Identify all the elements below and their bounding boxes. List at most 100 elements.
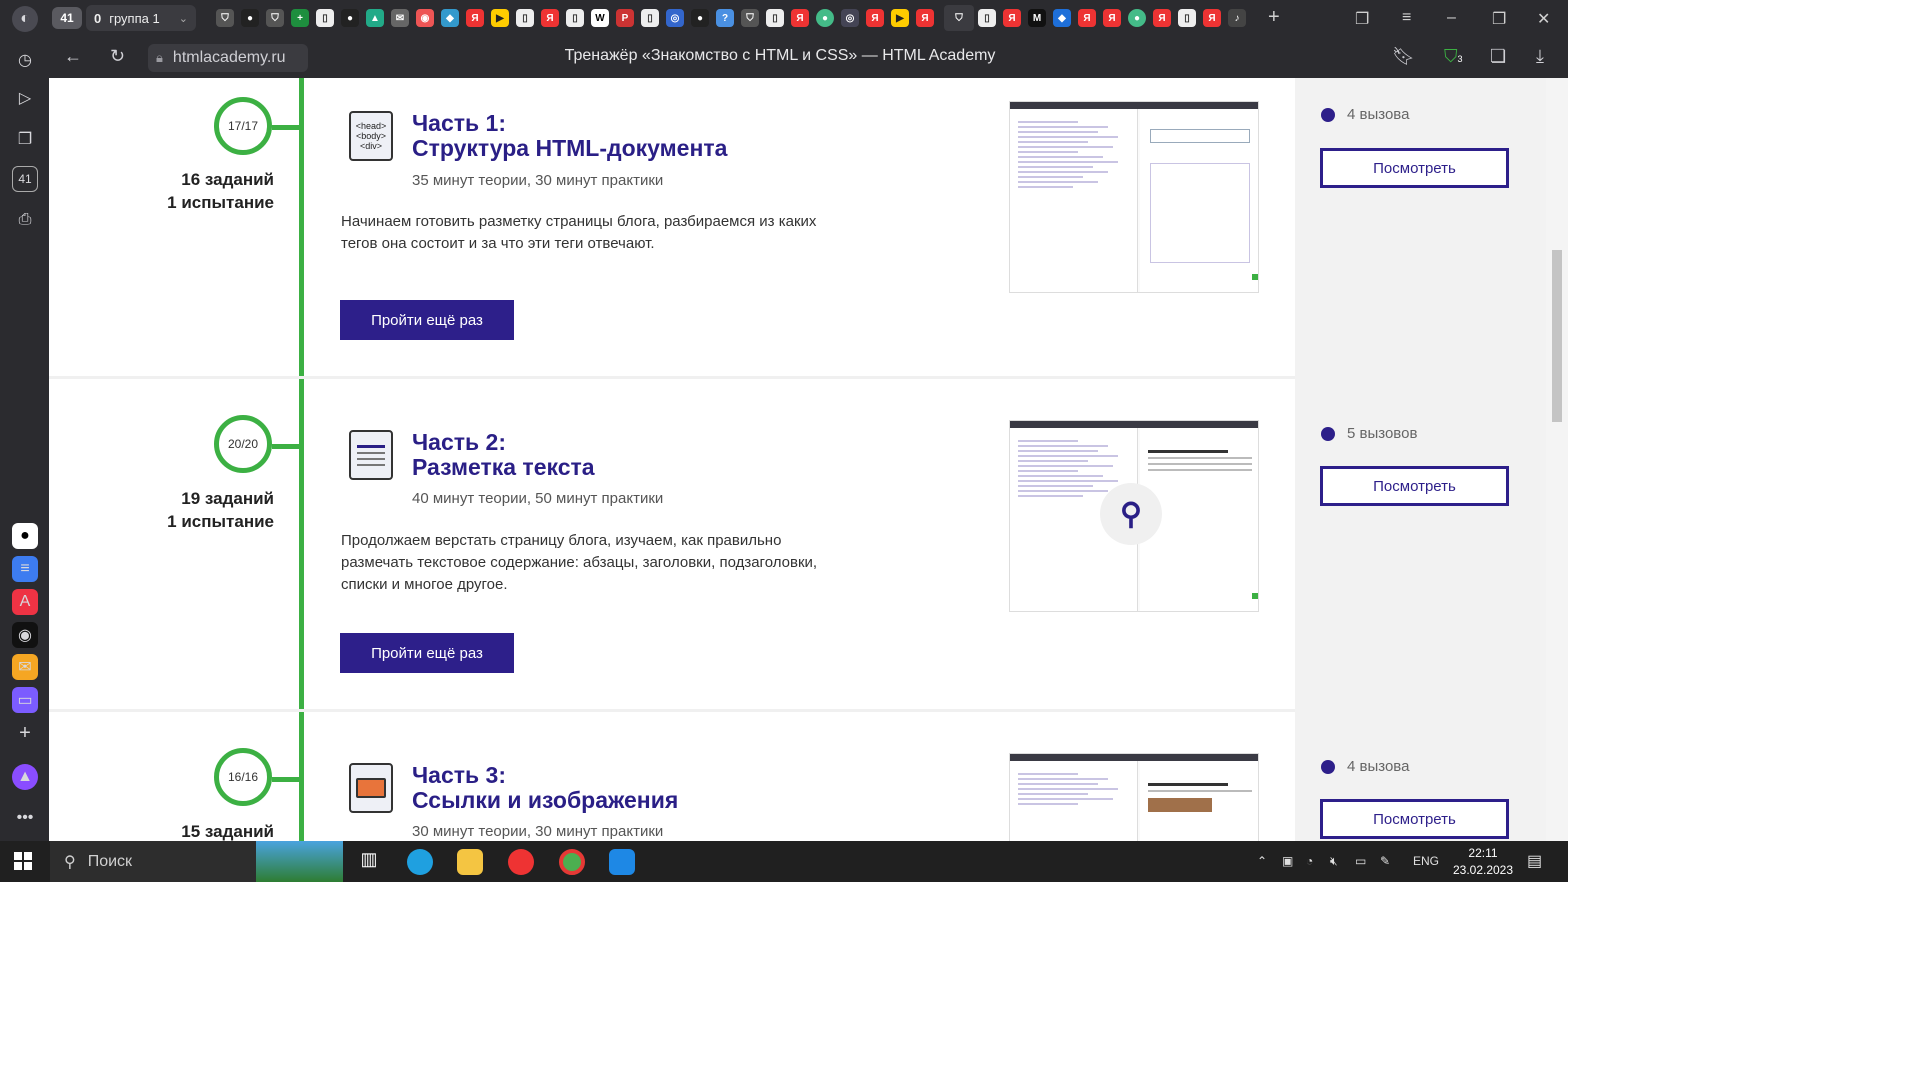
yandex-tab-icon[interactable]: Я <box>1153 9 1171 27</box>
yandex-tab-icon[interactable]: Я <box>466 9 484 27</box>
battery-icon[interactable]: ▭ <box>1355 854 1366 868</box>
retry-button[interactable]: Пройти ещё раз <box>340 633 514 673</box>
app-tab-icon[interactable]: ◉ <box>416 9 434 27</box>
part-title[interactable]: Часть 3: Ссылки и изображения <box>412 763 678 813</box>
yandex-tab-icon[interactable]: Я <box>1103 9 1121 27</box>
clock[interactable]: 22:11 23.02.2023 <box>1450 845 1516 879</box>
help-tab-icon[interactable]: ? <box>716 9 734 27</box>
app-tab-icon[interactable]: ◆ <box>1053 9 1071 27</box>
part-preview-image[interactable] <box>1009 753 1259 841</box>
yandex-browser-icon[interactable] <box>508 849 534 875</box>
yandex-tab-icon[interactable]: Я <box>1203 9 1221 27</box>
shield-tab-icon[interactable]: ⛉ <box>266 9 284 27</box>
globe-tab-icon[interactable]: ◎ <box>666 9 684 27</box>
chrome-tab-icon[interactable]: ● <box>1128 9 1146 27</box>
shield-tab-icon[interactable]: ⛉ <box>216 9 234 27</box>
yandex-tab-icon[interactable]: Я <box>866 9 884 27</box>
github-tab-icon[interactable]: ● <box>691 9 709 27</box>
tab-group[interactable]: 0 группа 1 ⌄ <box>86 5 196 31</box>
more-icon[interactable]: ••• <box>12 805 38 831</box>
adguard-extension-icon[interactable]: ⛉3 <box>1444 46 1463 67</box>
docs-icon[interactable]: ≡ <box>12 556 38 582</box>
mail-icon[interactable]: ✉ <box>12 654 38 680</box>
app-tab-icon[interactable]: ▶ <box>891 9 909 27</box>
tray-device-icon[interactable]: ▣ <box>1282 854 1293 868</box>
url-field[interactable]: 🔒︎ htmlacademy.ru <box>148 44 308 72</box>
doc-tab-icon[interactable]: ▯ <box>316 9 334 27</box>
zoom-magnifier-icon[interactable]: ⚲ <box>1100 483 1162 545</box>
view-challenges-button[interactable]: Посмотреть <box>1320 466 1509 506</box>
minimize-icon[interactable]: – <box>1447 9 1456 27</box>
network-icon[interactable]: ◔ <box>1306 854 1313 868</box>
edge-icon[interactable] <box>407 849 433 875</box>
pdf-tab-icon[interactable]: P <box>616 9 634 27</box>
doc-tab-icon[interactable]: ▯ <box>978 9 996 27</box>
yandex-tab-icon[interactable]: Я <box>541 9 559 27</box>
retry-button[interactable]: Пройти ещё раз <box>340 300 514 340</box>
task-view-icon[interactable]: ▥ <box>356 849 382 875</box>
restore-icon[interactable]: ❐ <box>1492 9 1506 29</box>
app-tab-icon[interactable]: ▶ <box>491 9 509 27</box>
part-preview-image[interactable] <box>1009 101 1259 293</box>
back-icon[interactable]: ← <box>64 46 82 67</box>
tabs-count-icon[interactable]: 41 <box>12 166 38 192</box>
yandex-profile-icon[interactable]: ◐ <box>12 6 38 32</box>
doc-tab-icon[interactable]: ▯ <box>1178 9 1196 27</box>
github-tab-icon[interactable]: ● <box>241 9 259 27</box>
yandex-tab-icon[interactable]: Я <box>1078 9 1096 27</box>
bookmark-icon[interactable]: 🔖︎ <box>1392 46 1415 67</box>
translate-icon[interactable]: A <box>12 589 38 615</box>
collections-icon[interactable]: ❐ <box>12 126 38 152</box>
doc-tab-icon[interactable]: ▯ <box>566 9 584 27</box>
github-tab-icon[interactable]: ● <box>341 9 359 27</box>
language-indicator[interactable]: ENG <box>1413 854 1439 868</box>
mail-app-icon[interactable] <box>609 849 635 875</box>
part-title[interactable]: Часть 1: Структура HTML-документа <box>412 111 727 161</box>
wikipedia-tab-icon[interactable]: W <box>591 9 609 27</box>
github-icon[interactable]: ● <box>12 523 38 549</box>
pen-icon[interactable]: ✎ <box>1380 854 1390 868</box>
globe-tab-icon[interactable]: ◎ <box>841 9 859 27</box>
app-tab-icon[interactable]: M <box>1028 9 1046 27</box>
tray-chevron-icon[interactable]: ⌃ <box>1257 854 1267 868</box>
app-tab-icon[interactable]: ◆ <box>441 9 459 27</box>
mail-tab-icon[interactable]: ✉ <box>391 9 409 27</box>
plus-tab-icon[interactable]: + <box>291 9 309 27</box>
part-preview-image[interactable]: ⚲ <box>1009 420 1259 612</box>
app-icon[interactable]: ◉ <box>12 622 38 648</box>
chrome-icon[interactable] <box>559 849 585 875</box>
scrollbar-thumb[interactable] <box>1552 250 1562 422</box>
reader-icon[interactable]: ❏ <box>1490 46 1506 67</box>
doc-tab-icon[interactable]: ▯ <box>516 9 534 27</box>
menu-icon[interactable]: ≡ <box>1402 9 1411 27</box>
yandex-tab-icon[interactable]: Я <box>1003 9 1021 27</box>
tab-count-badge[interactable]: 41 <box>52 7 82 29</box>
play-icon[interactable]: ▷ <box>12 85 38 111</box>
download-icon[interactable]: ⤓ <box>1536 46 1544 67</box>
view-challenges-button[interactable]: Посмотреть <box>1320 799 1509 839</box>
part-title[interactable]: Часть 2: Разметка текста <box>412 430 595 480</box>
screenshot-icon[interactable]: ⎙ <box>12 207 38 233</box>
windows-start-icon[interactable] <box>14 852 32 870</box>
yandex-tab-icon[interactable]: Я <box>791 9 809 27</box>
reload-icon[interactable]: ↻ <box>110 46 125 67</box>
view-challenges-button[interactable]: Посмотреть <box>1320 148 1509 188</box>
notifications-icon[interactable]: ▤ <box>1527 851 1542 871</box>
active-tab-shield-icon[interactable]: ⛉ <box>944 5 974 31</box>
app-tab-icon[interactable]: ♪ <box>1228 9 1246 27</box>
yandex-tab-icon[interactable]: Я <box>916 9 934 27</box>
history-icon[interactable]: ◷ <box>12 47 38 73</box>
drive-tab-icon[interactable]: ▲ <box>366 9 384 27</box>
collections-icon[interactable]: ❐ <box>1355 9 1369 29</box>
doc-tab-icon[interactable]: ▯ <box>766 9 784 27</box>
chevron-down-icon[interactable]: ⌄ <box>179 12 188 25</box>
shield-tab-icon[interactable]: ⛉ <box>741 9 759 27</box>
page-scrollbar[interactable] <box>1546 78 1568 841</box>
close-icon[interactable]: ✕ <box>1537 9 1550 29</box>
volume-icon[interactable]: 🔇︎ <box>1330 854 1338 869</box>
doc-tab-icon[interactable]: ▯ <box>641 9 659 27</box>
chrome-tab-icon[interactable]: ● <box>816 9 834 27</box>
new-tab-icon[interactable]: + <box>1268 6 1280 29</box>
file-explorer-icon[interactable] <box>457 849 483 875</box>
alice-icon[interactable]: ▲ <box>12 764 38 790</box>
